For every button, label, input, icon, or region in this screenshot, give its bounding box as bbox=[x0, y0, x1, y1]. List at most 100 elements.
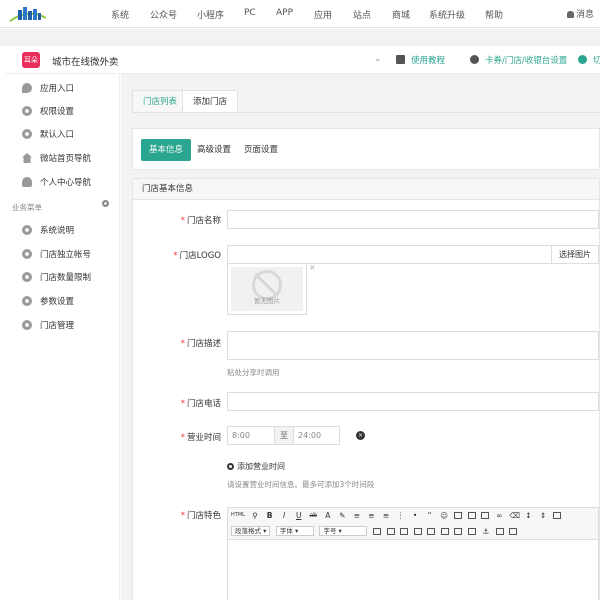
split-cells-icon[interactable] bbox=[454, 527, 463, 535]
sidebar-item-system-notes[interactable]: 系统说明 bbox=[22, 224, 74, 236]
store-logo-input[interactable] bbox=[227, 245, 552, 264]
delete-row-icon[interactable] bbox=[413, 527, 422, 535]
tab-store-list[interactable]: 门店列表 bbox=[132, 90, 189, 112]
sidebar-item-label: 微站首页导航 bbox=[40, 154, 92, 164]
html-button[interactable]: HTML bbox=[231, 511, 245, 520]
gear-icon bbox=[22, 296, 32, 306]
font-family-select[interactable]: 字体 ▾ bbox=[275, 526, 314, 536]
sidebar-item-default-entry[interactable]: 默认入口 bbox=[22, 128, 74, 140]
store-name-label: * 门店名称 bbox=[180, 216, 221, 226]
align-left-icon[interactable]: ≡ bbox=[352, 511, 361, 520]
sidebar-item-store-accounts[interactable]: 门店独立帐号 bbox=[22, 248, 91, 260]
site-logo[interactable] bbox=[8, 4, 48, 24]
store-phone-label: * 门店电话 bbox=[180, 399, 221, 409]
top-nav: 系统 公众号 小程序 PC APP 应用 站点 商城 系统升级 帮助 消息 bbox=[0, 0, 600, 28]
sidebar-item-store-manage[interactable]: 门店管理 bbox=[22, 319, 74, 331]
sidebar-section-business: 业务菜单 bbox=[12, 203, 42, 212]
chevron-down-icon[interactable]: ⌄ bbox=[374, 54, 382, 64]
hours-hint: 请设置营业时间信息。最多可添加3个时间段 bbox=[227, 480, 375, 489]
insert-row-icon[interactable] bbox=[386, 527, 395, 535]
nav-item-site[interactable]: 站点 bbox=[353, 8, 371, 21]
eraser-icon[interactable]: ⌫ bbox=[509, 511, 520, 520]
video-icon[interactable] bbox=[467, 512, 476, 519]
strikethrough-icon[interactable]: ab bbox=[309, 511, 318, 520]
hours-end-input[interactable]: 24:00 bbox=[293, 426, 340, 445]
link-icon[interactable]: ∞ bbox=[495, 511, 504, 520]
store-desc-label: * 门店描述 bbox=[180, 339, 221, 349]
sidebar-item-app-entry[interactable]: 应用入口 bbox=[22, 82, 74, 94]
nav-item-pc[interactable]: PC bbox=[244, 8, 256, 18]
nav-item-official-account[interactable]: 公众号 bbox=[150, 8, 177, 21]
subtab-advanced[interactable]: 高级设置 bbox=[189, 139, 239, 161]
choose-image-button[interactable]: 选择图片 bbox=[551, 245, 599, 264]
nav-item-mall[interactable]: 商城 bbox=[392, 8, 410, 21]
chat-icon bbox=[22, 83, 32, 93]
hours-start-input[interactable]: 8:00 bbox=[227, 426, 275, 445]
font-color-icon[interactable]: A bbox=[323, 511, 332, 520]
align-center-icon[interactable]: ≡ bbox=[367, 511, 376, 520]
delete-col-icon[interactable] bbox=[427, 527, 436, 535]
underline-icon[interactable]: U bbox=[294, 511, 303, 520]
rich-text-editor[interactable]: HTML ⚲ B I U ab A ✎ ≡ ≡ ≡ ⋮ • “ ☺ ∞ ⌫ ↕ … bbox=[227, 507, 599, 600]
subtab-page-settings[interactable]: 页面设置 bbox=[236, 139, 286, 161]
app-header: 耳朵 城市在线微外卖 ⌄ 使用教程 卡券/门店/收银台设置 切 bbox=[6, 46, 600, 74]
store-features-label: * 门店特色 bbox=[180, 511, 221, 521]
add-hours-label: 添加营业时间 bbox=[237, 462, 285, 471]
gear-icon[interactable] bbox=[102, 200, 109, 207]
nav-item-miniprogram[interactable]: 小程序 bbox=[197, 8, 224, 21]
map-icon[interactable] bbox=[481, 512, 490, 519]
store-logo-label: * 门店LOGO bbox=[173, 251, 221, 261]
store-name-input[interactable] bbox=[227, 210, 599, 229]
image-icon[interactable] bbox=[454, 512, 463, 519]
preview-icon[interactable] bbox=[509, 527, 518, 535]
sidebar-item-store-limit[interactable]: 门店数量限制 bbox=[22, 271, 91, 283]
nav-item-help[interactable]: 帮助 bbox=[485, 8, 503, 21]
fullscreen-icon[interactable] bbox=[553, 512, 562, 519]
quote-icon[interactable]: “ bbox=[425, 511, 434, 520]
delete-table-icon[interactable] bbox=[467, 527, 476, 535]
search-icon[interactable]: ⚲ bbox=[251, 511, 260, 520]
anchor-icon[interactable]: ⚓ bbox=[481, 527, 490, 536]
nav-item-system[interactable]: 系统 bbox=[111, 8, 129, 21]
store-phone-input[interactable] bbox=[227, 392, 599, 411]
remove-hours-icon[interactable]: × bbox=[356, 431, 365, 440]
store-desc-textarea[interactable] bbox=[227, 331, 599, 360]
nav-item-apps[interactable]: 应用 bbox=[314, 8, 332, 21]
messages-link[interactable]: 消息 bbox=[566, 7, 594, 20]
sidebar-item-params[interactable]: 参数设置 bbox=[22, 295, 74, 307]
paragraph-format-select[interactable]: 段落格式 ▾ bbox=[231, 526, 271, 536]
switch-link[interactable]: 切 bbox=[578, 54, 600, 66]
app-logo: 耳朵 bbox=[22, 52, 40, 68]
bold-icon[interactable]: B bbox=[265, 511, 274, 520]
line-height-icon[interactable]: ⇕ bbox=[538, 511, 547, 520]
print-icon[interactable] bbox=[495, 527, 504, 535]
font-size-select[interactable]: 字号 ▾ bbox=[319, 526, 368, 536]
tab-add-store[interactable]: 添加门店 bbox=[182, 90, 239, 112]
highlight-icon[interactable]: ✎ bbox=[338, 511, 347, 520]
sidebar-item-label: 系统说明 bbox=[40, 226, 75, 236]
nav-item-upgrade[interactable]: 系统升级 bbox=[429, 8, 465, 21]
merge-cells-icon[interactable] bbox=[440, 527, 449, 535]
add-hours-button[interactable]: 添加营业时间 bbox=[227, 461, 285, 472]
tutorial-link[interactable]: 使用教程 bbox=[396, 54, 445, 66]
hours-to-label: 至 bbox=[274, 426, 294, 445]
sidebar-item-label: 权限设置 bbox=[40, 107, 75, 117]
nav-item-app[interactable]: APP bbox=[276, 8, 293, 18]
subtab-basic-info[interactable]: 基本信息 bbox=[141, 139, 192, 161]
sidebar-item-profile-nav[interactable]: 个人中心导航 bbox=[22, 176, 91, 188]
paragraph-spacing-icon[interactable]: ↕ bbox=[524, 511, 533, 520]
align-right-icon[interactable]: ≡ bbox=[381, 511, 390, 520]
sidebar-item-home-nav[interactable]: 微站首页导航 bbox=[22, 152, 91, 164]
ordered-list-icon[interactable]: ⋮ bbox=[396, 511, 405, 520]
store-desc-hint: 粘处分享时调用 bbox=[227, 368, 280, 377]
sidebar-item-label: 应用入口 bbox=[40, 84, 75, 94]
table-icon[interactable] bbox=[372, 527, 381, 535]
remove-logo-icon[interactable]: × bbox=[309, 263, 316, 272]
cashier-settings-link[interactable]: 卡券/门店/收银台设置 bbox=[470, 54, 567, 66]
emoji-icon[interactable]: ☺ bbox=[440, 511, 449, 520]
switch-label: 切 bbox=[593, 56, 600, 66]
unordered-list-icon[interactable]: • bbox=[411, 511, 420, 520]
italic-icon[interactable]: I bbox=[280, 511, 289, 520]
sidebar-item-permissions[interactable]: 权限设置 bbox=[22, 105, 74, 117]
insert-col-icon[interactable] bbox=[400, 527, 409, 535]
